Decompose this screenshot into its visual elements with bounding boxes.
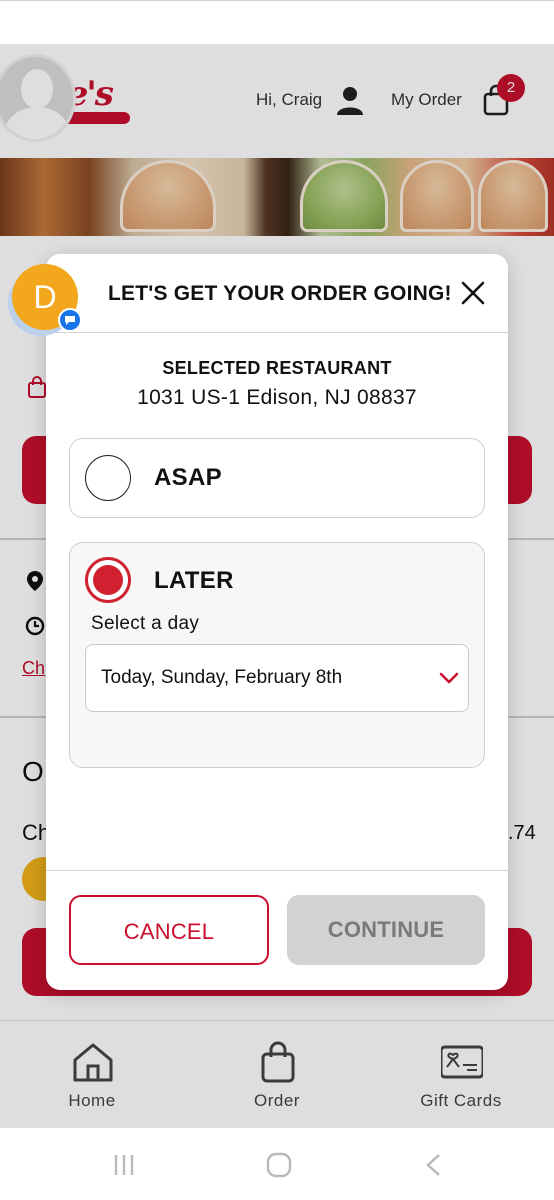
chat-assistant-avatar[interactable]: D bbox=[10, 262, 82, 334]
recent-apps-icon[interactable] bbox=[112, 1153, 136, 1177]
cancel-button[interactable]: CANCEL bbox=[69, 895, 269, 965]
system-navigation-bar bbox=[0, 1128, 554, 1200]
status-bar bbox=[0, 0, 554, 44]
restaurant-address: 1031 US-1 Edison, NJ 08837 bbox=[137, 386, 417, 409]
home-button-icon[interactable] bbox=[266, 1152, 292, 1178]
asap-option[interactable]: ASAP bbox=[69, 438, 485, 518]
chevron-down-icon bbox=[439, 672, 459, 684]
later-label: LATER bbox=[154, 567, 234, 594]
day-select-dropdown[interactable]: Today, Sunday, February 8th bbox=[85, 644, 469, 712]
asap-radio[interactable] bbox=[85, 455, 131, 501]
back-icon[interactable] bbox=[424, 1153, 442, 1177]
close-icon[interactable] bbox=[458, 278, 488, 308]
modal-title: LET'S GET YOUR ORDER GOING! bbox=[108, 282, 452, 305]
chat-bubble-icon bbox=[58, 308, 82, 332]
modal-header-divider bbox=[46, 332, 508, 333]
modal-footer-divider bbox=[46, 870, 508, 871]
later-radio[interactable] bbox=[85, 557, 131, 603]
continue-order-button[interactable]: CONTINUE ORDER bbox=[287, 895, 485, 990]
order-timing-modal: LET'S GET YOUR ORDER GOING! SELECTED RES… bbox=[46, 254, 508, 990]
later-option[interactable]: LATER Select a day Today, Sunday, Februa… bbox=[69, 542, 485, 768]
selected-restaurant-label: SELECTED RESTAURANT bbox=[162, 358, 392, 378]
day-select-value: Today, Sunday, February 8th bbox=[101, 667, 343, 688]
select-day-label: Select a day bbox=[91, 613, 200, 634]
asap-label: ASAP bbox=[154, 464, 222, 491]
